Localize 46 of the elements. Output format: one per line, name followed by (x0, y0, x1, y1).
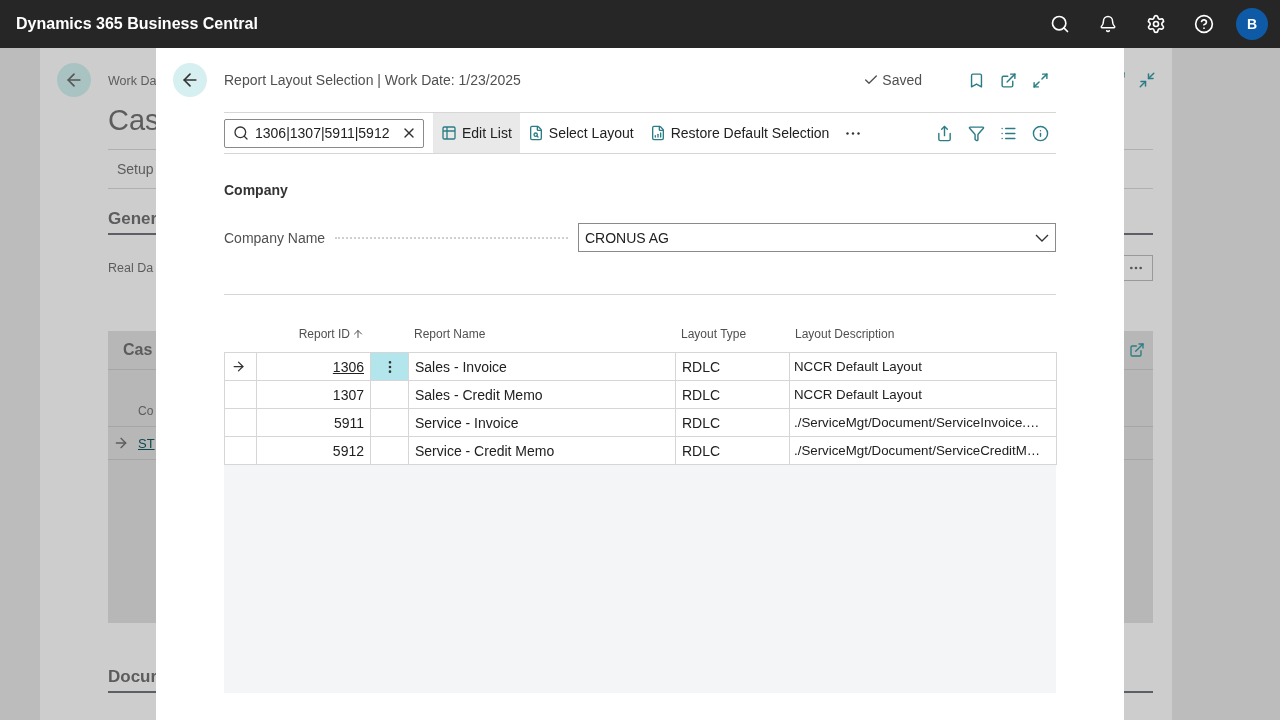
chevron-down-icon (1035, 233, 1049, 242)
app-title: Dynamics 365 Business Central (16, 15, 259, 33)
search-icon (1050, 14, 1070, 34)
column-header[interactable]: Report ID (292, 327, 370, 341)
table-cell: Service - Credit Memo (409, 437, 676, 465)
column-header[interactable]: Report Name (408, 327, 492, 341)
table-cell: RDLC (676, 437, 790, 465)
saved-status: Saved (863, 72, 922, 88)
expand-icon (1031, 71, 1049, 89)
dialog-title: Report Layout Selection | Work Date: 1/23/2025 (224, 72, 522, 88)
table-edit-icon (441, 125, 457, 141)
company-select[interactable]: CRONUS AG (578, 223, 1056, 252)
bell-icon (1099, 15, 1117, 33)
share-icon (935, 124, 953, 142)
row-menu-cell[interactable] (371, 381, 409, 409)
section-title: Company (224, 182, 289, 198)
info-icon (1031, 124, 1049, 142)
setup-label: Setup (117, 161, 154, 177)
help-icon (1194, 14, 1214, 34)
gear-icon (1146, 14, 1166, 34)
part-title: Cas (123, 341, 153, 359)
table-cell: ./ServiceMgt/Document/ServiceCreditM… (790, 437, 1057, 465)
search-field[interactable]: 1306|1307|5911|5912 (224, 118, 424, 148)
row-menu-cell[interactable] (371, 409, 409, 437)
document-chart-icon (649, 125, 666, 141)
filter-icon (967, 124, 985, 142)
collapse-icon (1138, 71, 1156, 89)
action-button[interactable]: Select Layout (519, 113, 642, 153)
current-row-arrow-icon (231, 359, 246, 374)
search-icon (233, 125, 249, 141)
pop-out-icon (999, 71, 1017, 89)
back-button[interactable] (173, 63, 207, 97)
row-menu-cell[interactable] (371, 437, 409, 465)
user-avatar[interactable]: B (1236, 8, 1268, 40)
sort-icon (352, 328, 364, 340)
column-header[interactable]: Layout Type (675, 327, 753, 341)
expand-icon (1129, 342, 1145, 358)
field-label: Real Da (108, 261, 154, 275)
page-caption: Work Da (108, 74, 157, 88)
document-search-icon (527, 125, 544, 141)
row-menu-cell[interactable] (371, 353, 409, 381)
action-button[interactable]: Edit List (433, 113, 520, 153)
column-header[interactable]: Layout Description (789, 327, 901, 341)
ellipsis-icon (846, 131, 861, 135)
column-header: Co (138, 404, 154, 418)
action-button[interactable]: Restore Default Selection (641, 113, 838, 153)
